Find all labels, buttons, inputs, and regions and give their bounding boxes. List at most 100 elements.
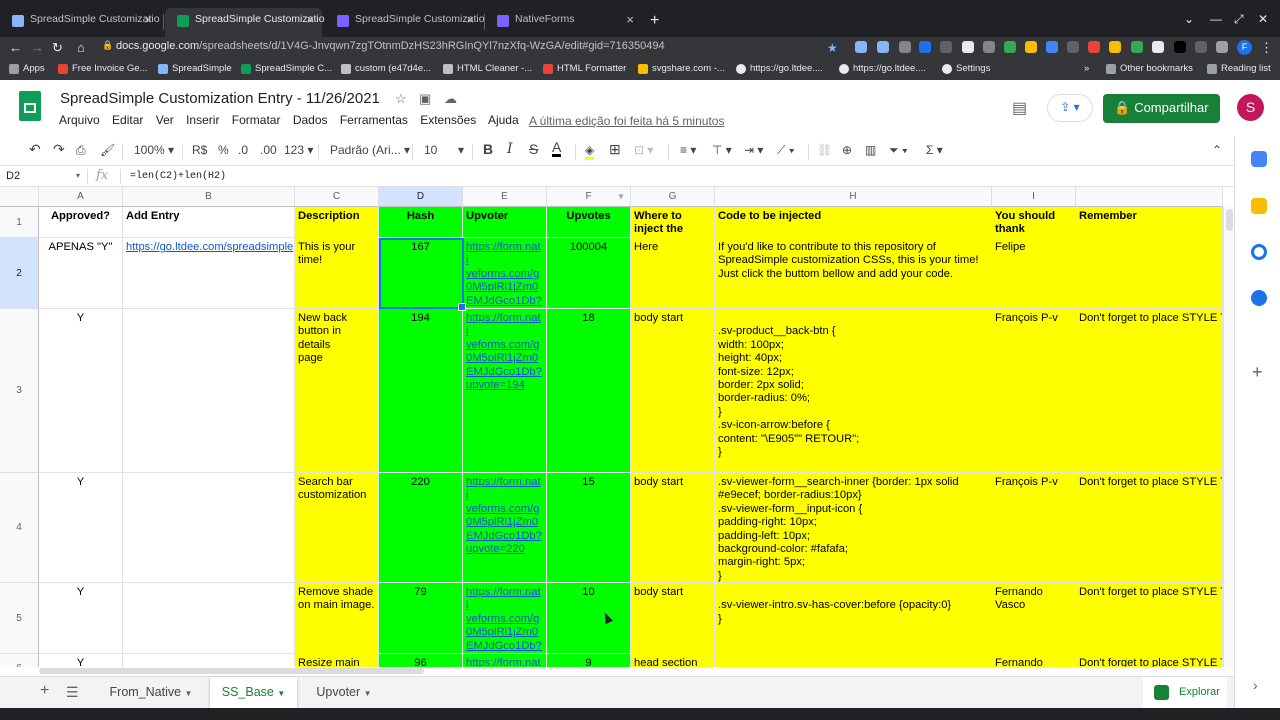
bookmark-item[interactable]: Free Invoice Ge... — [58, 63, 148, 74]
restore-icon[interactable]: ⤢ — [1234, 12, 1244, 27]
cell[interactable]: Upvoter — [463, 207, 547, 238]
close-window-icon[interactable]: ✕ — [1258, 12, 1268, 26]
extensions-puzzle-icon[interactable] — [1216, 41, 1228, 53]
cell[interactable]: 9 — [547, 654, 631, 667]
insert-comment-icon[interactable]: ⊕ — [842, 143, 852, 157]
menu-edit[interactable]: Editar — [112, 113, 143, 127]
cell[interactable]: Don't forget to place STYLE T — [1076, 309, 1223, 473]
column-header-c[interactable]: C — [295, 187, 379, 207]
extension-icon[interactable] — [899, 41, 911, 53]
menu-insert[interactable]: Inserir — [186, 113, 219, 127]
extension-icon[interactable] — [962, 41, 974, 53]
extension-icon[interactable] — [1067, 41, 1079, 53]
extension-icon[interactable] — [940, 41, 952, 53]
cell-link[interactable]: https://form.nati — [463, 654, 547, 667]
name-box-dropdown-icon[interactable]: ▾ — [76, 171, 80, 180]
tasks-icon[interactable] — [1251, 244, 1267, 260]
cell[interactable]: .sv-viewer-intro.sv-has-cover:before {op… — [715, 583, 992, 654]
extension-icon[interactable] — [1152, 41, 1164, 53]
column-header-b[interactable]: B — [123, 187, 295, 207]
browser-tab-4[interactable]: NativeForms × — [485, 8, 642, 37]
cloud-status-icon[interactable]: ☁ — [444, 91, 457, 107]
cell[interactable]: 15 — [547, 473, 631, 583]
select-all-corner[interactable] — [0, 187, 39, 207]
cell[interactable]: Code to be injected — [715, 207, 992, 238]
explore-button[interactable]: Explorar — [1143, 677, 1227, 708]
new-tab-icon[interactable]: + — [650, 12, 659, 30]
extension-icon[interactable] — [877, 41, 889, 53]
cell[interactable]: 79 — [379, 583, 463, 654]
expand-panel-icon[interactable]: › — [1253, 677, 1258, 693]
cell[interactable]: Resize main — [295, 654, 379, 667]
vertical-align-icon[interactable]: ⊤ ▾ — [712, 143, 732, 157]
cell[interactable]: Y — [39, 309, 123, 473]
cell[interactable]: 220 — [379, 473, 463, 583]
cell[interactable]: Search bar customization — [295, 473, 379, 583]
row-header-5[interactable]: 5 — [0, 583, 39, 654]
tab-search-icon[interactable]: ⌄ — [1184, 12, 1194, 26]
cell[interactable]: Y — [39, 473, 123, 583]
horizontal-align-icon[interactable]: ≡ ▾ — [680, 143, 696, 157]
strikethrough-icon[interactable]: S — [529, 141, 538, 157]
cell[interactable]: Y — [39, 583, 123, 654]
keep-icon[interactable] — [1251, 198, 1267, 214]
bookmark-item[interactable]: https://go.ltdee.... — [839, 63, 926, 74]
cell[interactable]: If you'd like to contribute to this repo… — [715, 238, 992, 309]
cell[interactable] — [123, 309, 295, 473]
bookmark-item[interactable]: HTML Cleaner -... — [443, 63, 532, 74]
cell[interactable]: Felipe — [992, 238, 1076, 309]
sheet-tab-upvoter[interactable]: Upvoter ▼ — [301, 677, 387, 708]
print-icon[interactable]: ⎙ — [76, 143, 86, 158]
horizontal-scrollbar[interactable] — [39, 667, 1223, 676]
increase-decimal-button[interactable]: .00 — [260, 143, 277, 157]
text-color-icon[interactable]: A — [552, 140, 562, 157]
font-select[interactable]: Padrão (Ari... ▾ — [330, 143, 410, 157]
name-box[interactable]: D2 — [6, 170, 20, 182]
home-icon[interactable]: ⌂ — [77, 40, 85, 55]
cell[interactable] — [123, 654, 295, 667]
cell[interactable]: François P-v — [992, 473, 1076, 583]
cell[interactable]: Don't forget to place STYLE T — [1076, 654, 1223, 667]
sheet-tab-from-native[interactable]: From_Native ▼ — [98, 677, 204, 708]
column-header-d[interactable]: D — [379, 187, 463, 207]
browser-tab-1[interactable]: SpreadSimple Customizatio × — [0, 8, 160, 37]
undo-icon[interactable]: ↶ — [29, 141, 41, 158]
cell[interactable]: This is your time! — [295, 238, 379, 309]
percent-format-button[interactable]: % — [218, 143, 229, 157]
extension-icon[interactable] — [1174, 41, 1186, 53]
bookmark-item[interactable]: Settings — [942, 63, 990, 74]
extension-icon[interactable] — [1195, 41, 1207, 53]
browser-tab-3[interactable]: SpreadSimple Customizatio × — [325, 8, 485, 37]
bookmark-item[interactable]: SpreadSimple — [158, 63, 232, 74]
font-size-dropdown-icon[interactable]: ▾ — [458, 143, 464, 157]
filter-icon[interactable]: ⏷ ▾ — [889, 143, 908, 158]
cell[interactable]: 100004 — [547, 238, 631, 309]
extension-icon[interactable] — [1004, 41, 1016, 53]
cell[interactable]: 18 — [547, 309, 631, 473]
cell[interactable]: body start — [631, 309, 715, 473]
menu-data[interactable]: Dados — [293, 113, 328, 127]
vertical-scrollbar[interactable] — [1223, 207, 1234, 667]
extension-icon[interactable] — [1109, 41, 1121, 53]
menu-view[interactable]: Ver — [156, 113, 174, 127]
cell[interactable]: Don't forget to place STYLE T — [1076, 583, 1223, 654]
reading-list[interactable]: Reading list — [1207, 63, 1271, 74]
cell[interactable]: 194 — [379, 309, 463, 473]
calendar-icon[interactable] — [1251, 151, 1267, 167]
cell[interactable]: body start — [631, 473, 715, 583]
cell-link[interactable]: https://form.nati veforms.com/g 0M5plRl1… — [463, 473, 547, 583]
cell[interactable]: body start — [631, 583, 715, 654]
bookmark-item[interactable]: custom (e47d4e... — [341, 63, 431, 74]
cell[interactable]: .sv-viewer-form__search-inner {border: 1… — [715, 473, 992, 583]
cell[interactable]: Fernando — [992, 654, 1076, 667]
contacts-icon[interactable] — [1251, 290, 1267, 306]
back-icon[interactable]: ← — [9, 40, 22, 55]
cell[interactable]: Don't forget to place STYLE T — [1076, 473, 1223, 583]
insert-link-icon[interactable]: ⛓ — [817, 143, 832, 157]
fill-color-icon[interactable]: ◈ — [585, 143, 595, 160]
menu-tools[interactable]: Ferramentas — [340, 113, 408, 127]
column-header-j[interactable] — [1076, 187, 1223, 207]
text-wrapping-icon[interactable]: ⇥ ▾ — [744, 143, 763, 157]
row-header-2[interactable]: 2 — [0, 238, 39, 309]
filter-dropdown-icon[interactable]: ▼ — [617, 192, 625, 201]
